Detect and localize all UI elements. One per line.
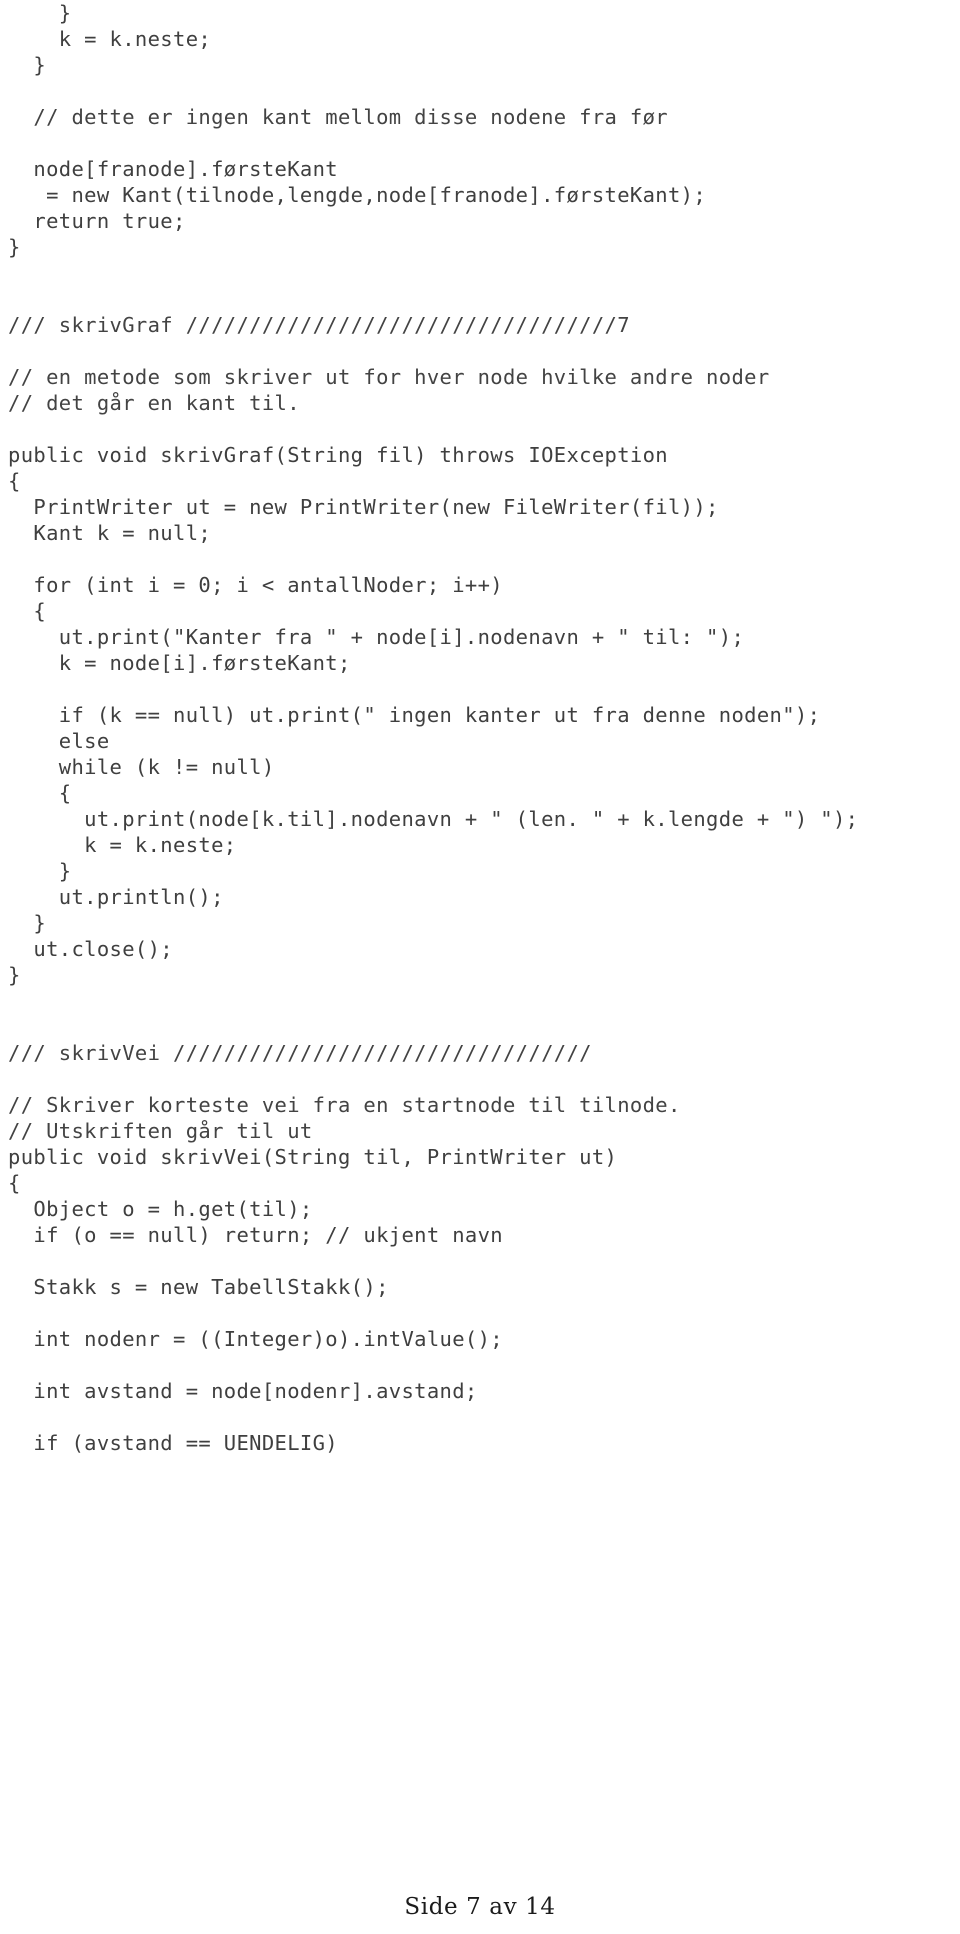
page-footer: Side 7 av 14 (404, 1894, 556, 1920)
code-line: k = k.neste; (8, 833, 237, 857)
code-line: node[franode].førsteKant (8, 157, 338, 181)
code-line: int avstand = node[nodenr].avstand; (8, 1379, 478, 1403)
code-line: { (8, 469, 21, 493)
code-line: ut.print(node[k.til].nodenavn + " (len. … (8, 807, 859, 831)
code-line: Object o = h.get(til); (8, 1197, 313, 1221)
code-line: } (8, 911, 47, 935)
code-line: /// skrivVei ///////////////////////////… (8, 1041, 592, 1065)
code-line: ut.println(); (8, 885, 224, 909)
code-line: while (k != null) (8, 755, 275, 779)
code-line: if (o == null) return; // ukjent navn (8, 1223, 503, 1247)
document-page: } k = k.neste; } // dette er ingen kant … (0, 0, 960, 1934)
code-line: // Utskriften går til ut (8, 1119, 313, 1143)
code-line: // Skriver korteste vei fra en startnode… (8, 1093, 681, 1117)
code-line: if (avstand == UENDELIG) (8, 1431, 338, 1455)
code-line: k = node[i].førsteKant; (8, 651, 351, 675)
code-line: } (8, 235, 21, 259)
code-line: = new Kant(tilnode,lengde,node[franode].… (8, 183, 707, 207)
code-line: ut.print("Kanter fra " + node[i].nodenav… (8, 625, 745, 649)
code-line: k = k.neste; (8, 27, 212, 51)
code-line: } (8, 859, 72, 883)
code-line: } (8, 963, 21, 987)
code-line: Kant k = null; (8, 521, 212, 545)
code-line: return true; (8, 209, 186, 233)
code-line: } (8, 53, 47, 77)
code-line: { (8, 599, 47, 623)
code-line: for (int i = 0; i < antallNoder; i++) (8, 573, 503, 597)
code-line: // dette er ingen kant mellom disse node… (8, 105, 668, 129)
code-line: if (k == null) ut.print(" ingen kanter u… (8, 703, 821, 727)
code-line: /// skrivGraf //////////////////////////… (8, 313, 630, 337)
code-line: // en metode som skriver ut for hver nod… (8, 365, 770, 389)
code-line: public void skrivGraf(String fil) throws… (8, 443, 668, 467)
code-line: PrintWriter ut = new PrintWriter(new Fil… (8, 495, 719, 519)
code-line: // det går en kant til. (8, 391, 300, 415)
code-listing: } k = k.neste; } // dette er ingen kant … (0, 0, 960, 1456)
code-line: Stakk s = new TabellStakk(); (8, 1275, 389, 1299)
code-line: int nodenr = ((Integer)o).intValue(); (8, 1327, 503, 1351)
code-line: { (8, 1171, 21, 1195)
code-line: } (8, 1, 72, 25)
code-line: public void skrivVei(String til, PrintWr… (8, 1145, 618, 1169)
code-line: { (8, 781, 72, 805)
code-line: else (8, 729, 110, 753)
code-line: ut.close(); (8, 937, 173, 961)
